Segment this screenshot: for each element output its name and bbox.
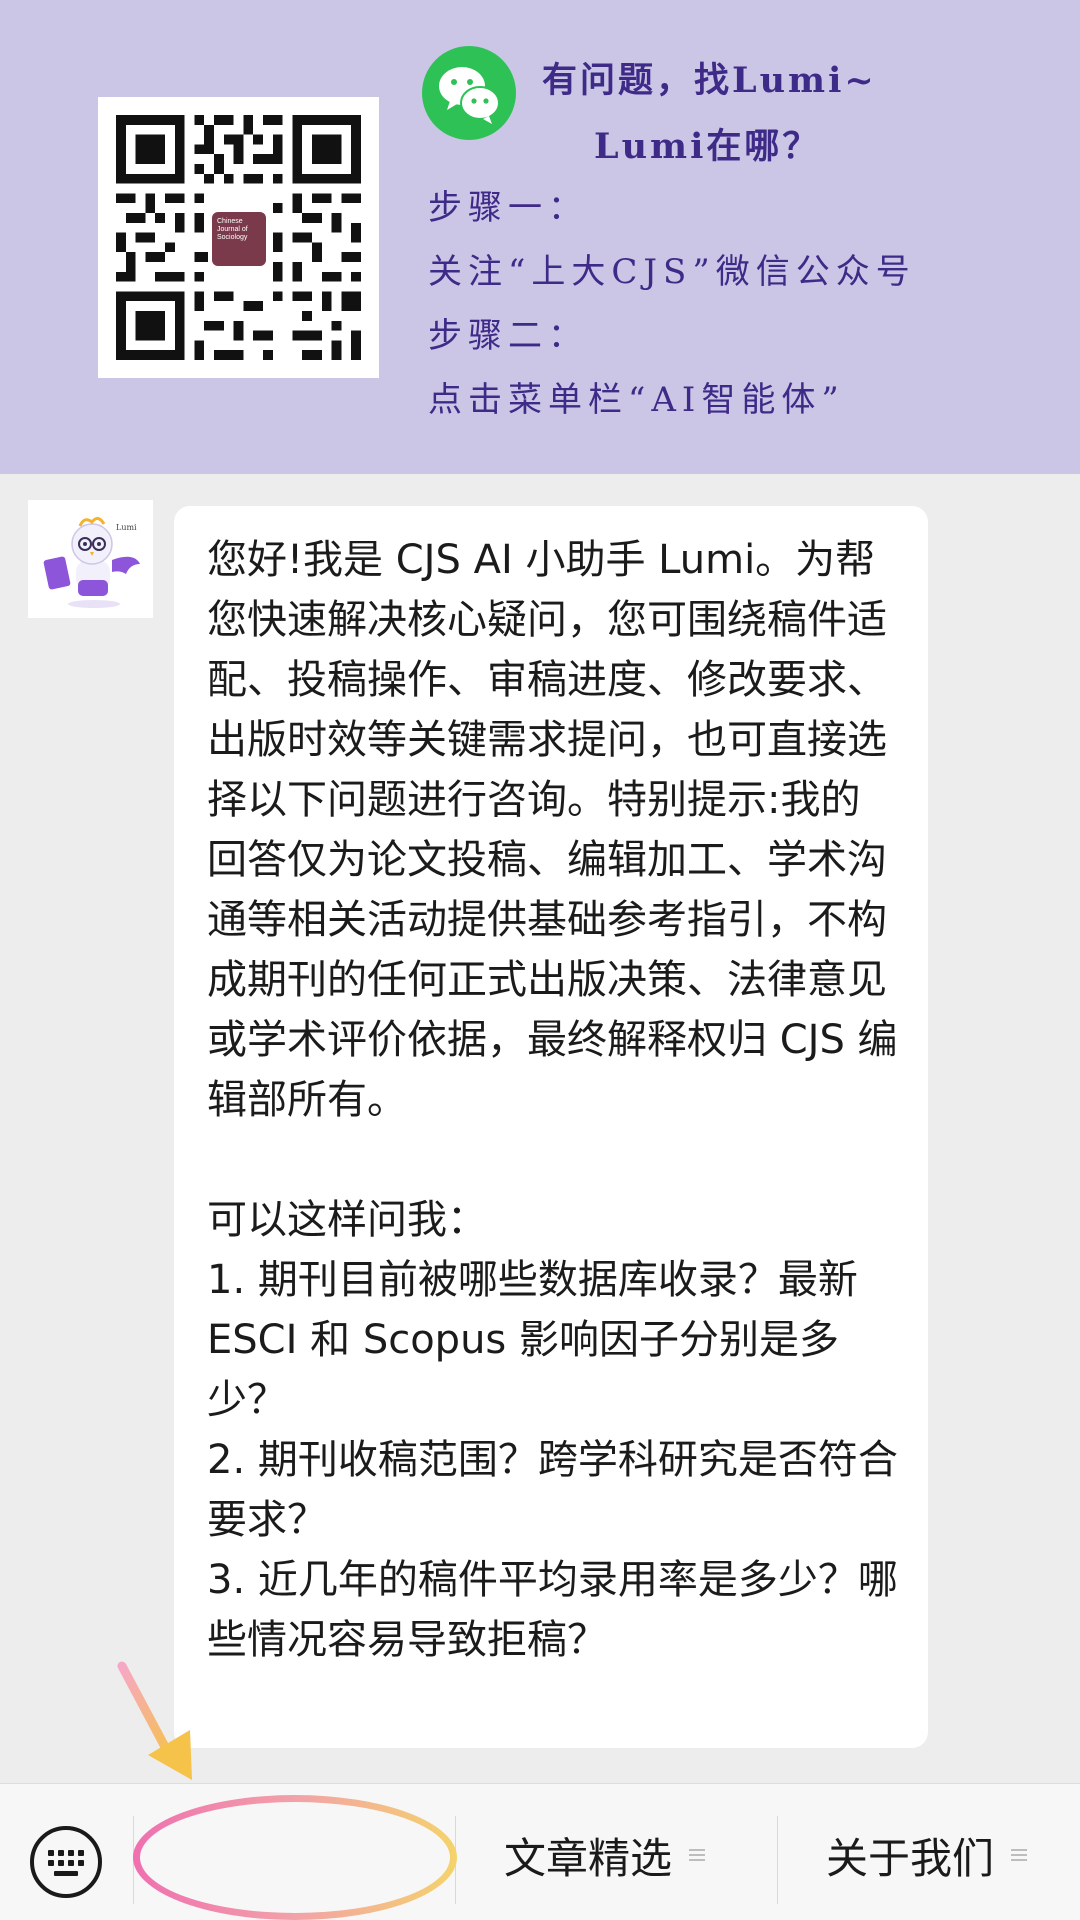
mini-program-icon <box>364 1843 389 1867</box>
question-1[interactable]: 1. 期刊目前被哪些数据库收录？最新 ESCI 和 Scopus 影响因子分别是… <box>207 1250 898 1430</box>
menu-item-label: AI智能体 <box>182 1833 350 1883</box>
banner-title: 有问题，找Lumi~ <box>542 60 877 101</box>
promo-banner: Chinese Journal of Sociology 有问题，找Lumi~ … <box>0 0 1080 474</box>
step1-label: 步骤一： <box>428 188 588 228</box>
menu-lines-icon <box>689 1849 706 1861</box>
step2-text: 点击菜单栏“AI智能体” <box>428 380 845 420</box>
journal-logo: Chinese Journal of Sociology <box>208 208 270 270</box>
pointer-arrow-icon <box>117 1661 192 1780</box>
ask-heading: 可以这样问我： <box>207 1197 487 1243</box>
step1-text: 关注“上大CJS”微信公众号 <box>428 252 916 292</box>
qr-code: Chinese Journal of Sociology <box>98 97 379 378</box>
menu-item-about-us[interactable]: 关于我们 <box>826 1820 1030 1890</box>
keyboard-icon[interactable] <box>28 1824 104 1900</box>
question-3[interactable]: 3. 近几年的稿件平均录用率是多少？哪些情况容易导致拒稿？ <box>207 1550 898 1670</box>
intro-text: 您好!我是 CJS AI 小助手 Lumi。为帮您快速解决核心疑问，您可围绕稿件… <box>207 537 898 1123</box>
menu-divider <box>455 1816 456 1904</box>
question-2[interactable]: 2. 期刊收稿范围？跨学科研究是否符合要求？ <box>207 1430 898 1550</box>
avatar-label: Lumi <box>116 523 137 532</box>
avatar[interactable]: Lumi <box>28 500 153 618</box>
step2-label: 步骤二： <box>428 316 588 356</box>
banner-subtitle: Lumi在哪？ <box>594 126 821 167</box>
bottom-menu-bar: AI智能体 文章精选 关于我们 <box>0 1783 1080 1920</box>
message-bubble: 您好!我是 CJS AI 小助手 Lumi。为帮您快速解决核心疑问，您可围绕稿件… <box>174 506 928 1748</box>
journal-logo-text: Chinese Journal of Sociology <box>212 212 266 266</box>
menu-lines-icon <box>1011 1849 1028 1861</box>
lumi-mascot-icon: Lumi <box>28 500 153 618</box>
menu-item-featured-articles[interactable]: 文章精选 <box>504 1820 708 1890</box>
menu-item-label: 文章精选 <box>504 1833 673 1883</box>
menu-divider <box>133 1816 134 1904</box>
menu-item-ai-agent[interactable]: AI智能体 <box>182 1820 389 1890</box>
wechat-icon <box>422 46 516 140</box>
menu-item-label: 关于我们 <box>826 1833 995 1883</box>
menu-divider <box>777 1816 778 1904</box>
